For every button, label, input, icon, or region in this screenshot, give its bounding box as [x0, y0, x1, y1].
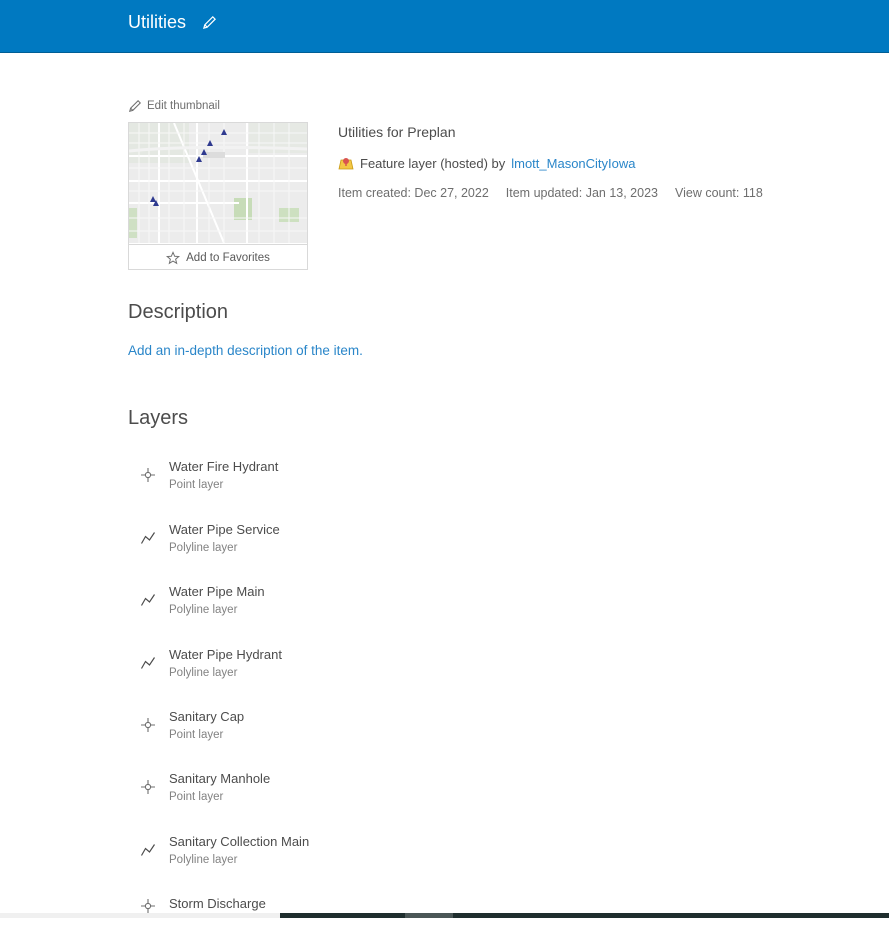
item-type-label: Feature layer (hosted) by	[360, 155, 506, 171]
layer-type: Polyline layer	[169, 604, 238, 616]
item-dates: Item created: Dec 27, 2022 Item updated:…	[338, 186, 763, 200]
add-description-link[interactable]: Add an in-depth description of the item.	[128, 343, 363, 358]
description-heading: Description	[128, 301, 229, 323]
layer-name: Water Pipe Service	[169, 522, 280, 537]
layer-name: Sanitary Manhole	[169, 771, 271, 786]
item-type-owner: Feature layer (hosted) by lmott_MasonCit…	[338, 155, 636, 171]
pencil-icon	[128, 100, 141, 113]
polyline-layer-icon	[140, 655, 156, 671]
layers-heading: Layers	[128, 407, 189, 429]
favorites-label: Add to Favorites	[186, 251, 270, 264]
taskbar-strip	[0, 913, 889, 918]
layer-item[interactable]: Water Pipe Main Polyline layer	[138, 584, 538, 624]
point-layer-icon	[140, 717, 156, 733]
owner-link[interactable]: lmott_MasonCityIowa	[511, 156, 635, 171]
top-header: Utilities	[0, 0, 889, 53]
edit-thumbnail-label: Edit thumbnail	[147, 100, 220, 112]
layer-type: Polyline layer	[169, 854, 238, 866]
layer-type: Point layer	[169, 791, 224, 803]
taskbar-dark	[280, 913, 889, 918]
layer-type: Polyline layer	[169, 542, 238, 554]
polyline-layer-icon	[140, 530, 156, 546]
add-to-favorites-button[interactable]: Add to Favorites	[129, 244, 307, 270]
layer-item[interactable]: Sanitary Manhole Point layer	[138, 771, 538, 811]
polyline-layer-icon	[140, 842, 156, 858]
item-created: Item created: Dec 27, 2022	[338, 186, 489, 200]
star-icon	[166, 250, 181, 264]
item-summary: Utilities for Preplan	[338, 124, 456, 140]
layer-name: Sanitary Collection Main	[169, 834, 310, 849]
layer-type: Point layer	[169, 729, 224, 741]
layer-name: Water Pipe Main	[169, 584, 265, 599]
layer-item[interactable]: Sanitary Collection Main Polyline layer	[138, 834, 538, 874]
thumbnail-map-image	[129, 123, 307, 243]
point-layer-icon	[140, 467, 156, 483]
edit-title-pencil-icon[interactable]	[202, 15, 217, 30]
view-count: View count: 118	[674, 186, 763, 200]
layer-item[interactable]: Water Pipe Service Polyline layer	[138, 522, 538, 562]
item-title-header: Utilities	[128, 12, 187, 32]
item-updated: Item updated: Jan 13, 2023	[505, 186, 658, 200]
edit-thumbnail-button[interactable]: Edit thumbnail	[128, 99, 220, 113]
layer-name: Storm Discharge	[169, 896, 266, 911]
layer-name: Water Fire Hydrant	[169, 459, 279, 474]
layer-name: Water Pipe Hydrant	[169, 647, 282, 662]
point-layer-icon	[140, 779, 156, 795]
thumbnail-card: Add to Favorites	[128, 122, 308, 270]
layer-type: Point layer	[169, 479, 224, 491]
layer-item[interactable]: Water Fire Hydrant Point layer	[138, 459, 538, 499]
layer-item[interactable]: Water Pipe Hydrant Polyline layer	[138, 647, 538, 687]
feature-layer-icon	[338, 158, 354, 170]
point-layer-icon	[140, 898, 156, 914]
layer-type: Polyline layer	[169, 667, 238, 679]
layer-item[interactable]: Sanitary Cap Point layer	[138, 709, 538, 749]
layer-name: Sanitary Cap	[169, 709, 245, 724]
polyline-layer-icon	[140, 592, 156, 608]
taskbar-item	[405, 913, 453, 918]
